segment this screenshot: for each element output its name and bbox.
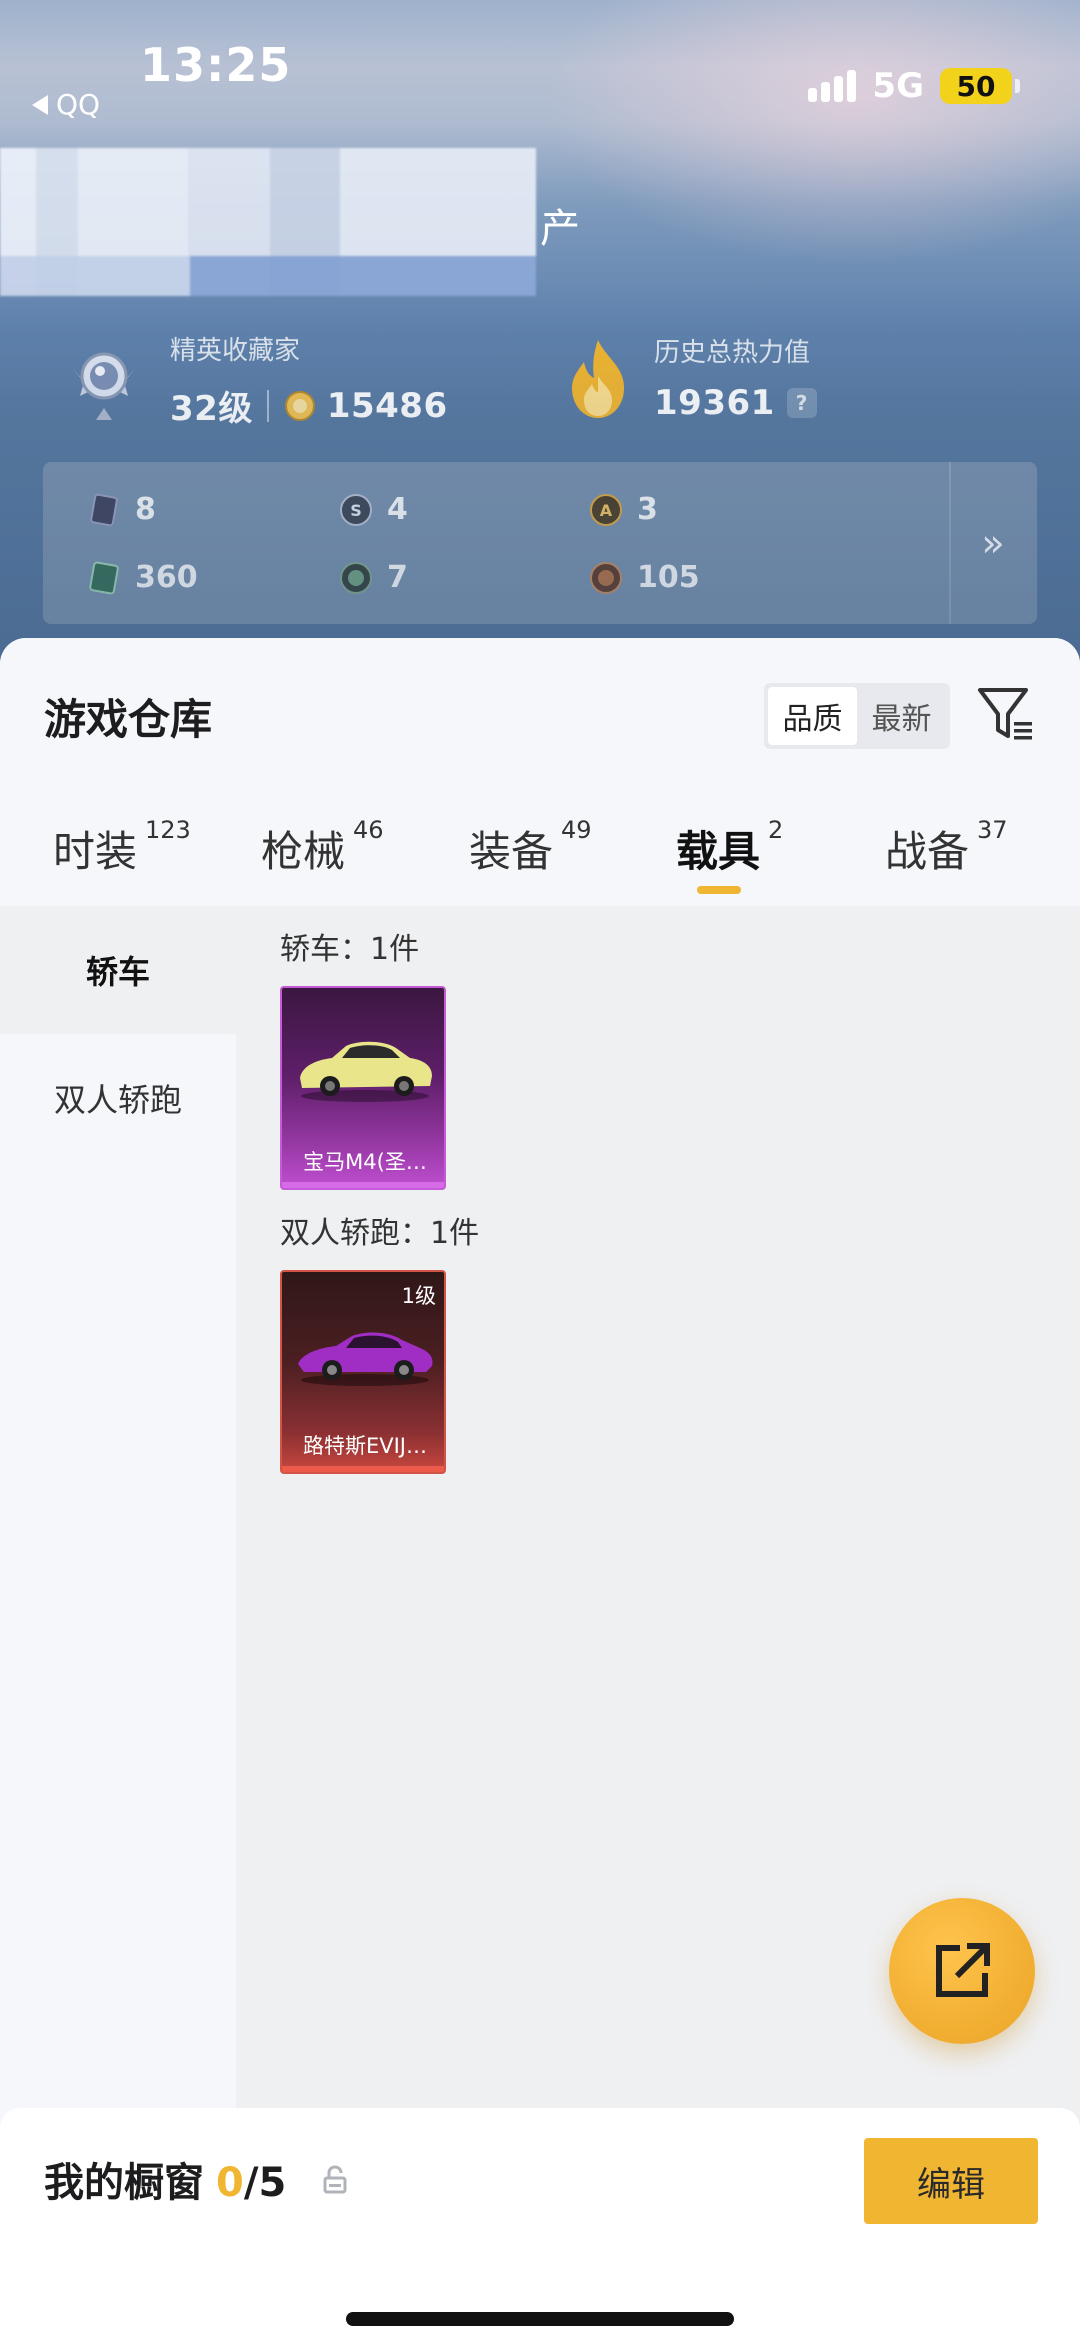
warehouse-title: 游戏仓库 (44, 695, 213, 744)
sidebar-item-coupe[interactable]: 双人轿跑 (0, 1034, 236, 1162)
car-yellow-image (300, 1041, 432, 1102)
tab-battle-gear[interactable]: 战备 37 (885, 816, 1008, 879)
back-app-label: QQ (56, 88, 101, 121)
vehicle-card[interactable]: 1级 路特斯EVIJ… (280, 1270, 446, 1474)
resources-panel: 8 S 4 A 3 360 7 105 » (43, 462, 1037, 624)
showcase-counter: 我的橱窗 0 /5 (44, 2150, 286, 2208)
lock-icon (323, 2165, 347, 2194)
bronze-coin-icon (590, 561, 622, 594)
showcase-label: 我的橱窗 (44, 2160, 204, 2206)
home-indicator[interactable] (346, 2312, 734, 2326)
group-title-coupe: 双人轿跑：1件 (280, 1216, 480, 1251)
tab-vehicles[interactable]: 载具 2 (676, 816, 783, 879)
collector-title: 精英收藏家 (170, 336, 301, 366)
category-tabs: 时装 123 枪械 46 装备 49 载具 2 战备 37 (0, 816, 1080, 906)
profile-header: 13:25 QQ 5G 50 产 精英收藏家 32级 15486 历史总热力值 … (0, 0, 1080, 680)
collector-points-icon (284, 390, 315, 421)
heat-value-block: 历史总热力值 19361 ? (562, 332, 817, 423)
resource-item: A 3 (589, 492, 658, 527)
collector-points: 15486 (326, 385, 448, 426)
resource-item: 8 (87, 492, 156, 527)
network-type: 5G (872, 66, 924, 106)
filter-icon[interactable] (976, 684, 1036, 744)
resource-item: 105 (589, 560, 700, 595)
blurred-username (0, 148, 536, 296)
coin-a-icon: A (590, 493, 622, 526)
share-button[interactable] (889, 1898, 1035, 2044)
active-tab-indicator (697, 886, 741, 894)
flame-icon (572, 339, 624, 418)
status-time: 13:25 (140, 38, 292, 92)
resource-item: 7 (339, 560, 408, 595)
showcase-total: /5 (243, 2160, 287, 2206)
battery-icon: 50 (940, 68, 1020, 104)
svg-text:S: S (350, 501, 362, 520)
collector-rank[interactable]: 精英收藏家 32级 15486 (62, 330, 448, 430)
vehicle-level: 1级 (401, 1284, 436, 1308)
ticket-icon (89, 561, 119, 594)
tab-firearms[interactable]: 枪械 46 (261, 816, 384, 879)
back-arrow-icon (32, 94, 48, 115)
cellular-signal-icon (808, 70, 857, 102)
group-title-sedan: 轿车：1件 (280, 932, 420, 967)
sort-quality-button[interactable]: 品质 (768, 687, 857, 745)
sidebar-item-sedan[interactable]: 轿车 (0, 906, 236, 1034)
tab-fashion[interactable]: 时装 123 (53, 816, 191, 879)
back-to-app-button[interactable]: QQ (32, 88, 100, 121)
status-indicators: 5G 50 (808, 66, 1020, 106)
heat-value: 19361 (654, 383, 775, 423)
expand-resources-button[interactable]: » (949, 462, 1037, 624)
battery-level: 50 (940, 68, 1012, 104)
sort-toggle: 品质 最新 (764, 683, 950, 749)
resource-item: S 4 (339, 492, 408, 527)
vehicle-card[interactable]: 宝马M4(圣… (280, 986, 446, 1190)
help-icon[interactable]: ? (786, 388, 817, 418)
svg-text:A: A (600, 501, 613, 520)
card-icon (90, 493, 118, 526)
page-title-suffix: 产 (540, 206, 580, 252)
resource-item: 360 (87, 560, 198, 595)
showcase-current: 0 (216, 2160, 244, 2206)
vehicle-name: 宝马M4(圣… (303, 1150, 427, 1174)
heat-label: 历史总热力值 (654, 338, 811, 368)
edit-button[interactable]: 编辑 (864, 2138, 1038, 2224)
coin-s-icon: S (340, 493, 372, 526)
tab-equipment[interactable]: 装备 49 (469, 816, 592, 879)
car-purple-image (298, 1332, 433, 1386)
collector-level: 32级 (170, 389, 253, 429)
share-export-icon (936, 1943, 990, 1997)
sort-newest-button[interactable]: 最新 (857, 687, 946, 745)
vehicle-name: 路特斯EVIJ… (302, 1434, 428, 1458)
warehouse-sheet: 游戏仓库 品质 最新 时装 123 枪械 46 装备 49 载具 2 战备 37 轿车 双… (0, 638, 1080, 2348)
orb-icon (340, 561, 372, 594)
collector-medal-icon (72, 352, 136, 420)
